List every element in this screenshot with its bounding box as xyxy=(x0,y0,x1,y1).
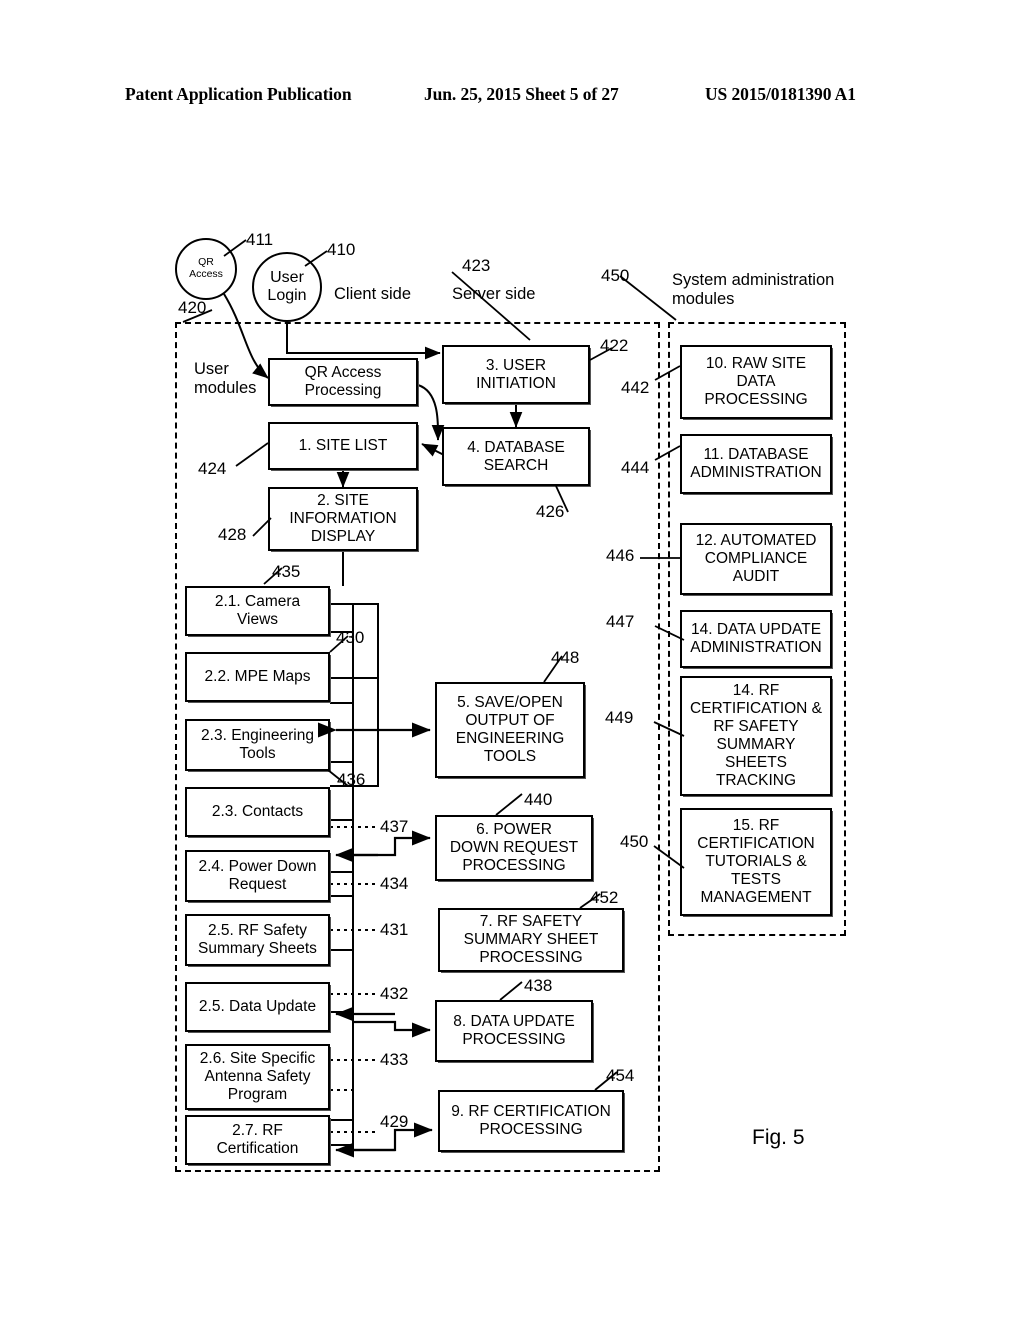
ref-433: 433 xyxy=(380,1050,409,1069)
qr-access-entry-node[interactable]: QR Access xyxy=(175,238,237,300)
box-site-information-display[interactable]: 2. SITE INFORMATION DISPLAY xyxy=(268,487,418,551)
ref-444: 444 xyxy=(621,458,650,477)
publication-title: Patent Application Publication xyxy=(125,84,352,104)
box-4-database-search[interactable]: 4. DATABASE SEARCH xyxy=(442,427,590,486)
box-14-data-update-administration[interactable]: 14. DATA UPDATE ADMINISTRATION xyxy=(680,610,832,668)
box-2-3-contacts[interactable]: 2.3. Contacts xyxy=(185,787,330,837)
ref-452: 452 xyxy=(590,888,619,907)
box-12-automated-compliance-audit[interactable]: 12. AUTOMATED COMPLIANCE AUDIT xyxy=(680,523,832,595)
ref-450-tutorials: 450 xyxy=(620,832,649,851)
box-2-2-mpe-maps[interactable]: 2.2. MPE Maps xyxy=(185,652,330,702)
ref-434: 434 xyxy=(380,874,409,893)
ref-426: 426 xyxy=(536,502,565,521)
user-login-entry-node[interactable]: User Login xyxy=(252,252,322,322)
ref-449: 449 xyxy=(605,708,634,727)
ref-431: 431 xyxy=(380,920,409,939)
ref-430: 430 xyxy=(336,628,365,647)
box-9-rf-certification-processing[interactable]: 9. RF CERTIFICATION PROCESSING xyxy=(438,1090,624,1152)
box-3-user-initiation[interactable]: 3. USER INITIATION xyxy=(442,345,590,404)
ref-422: 422 xyxy=(600,336,629,355)
box-10-raw-site-data-processing[interactable]: 10. RAW SITE DATA PROCESSING xyxy=(680,345,832,419)
client-side-label: Client side xyxy=(334,285,412,303)
box-2-5-data-update[interactable]: 2.5. Data Update xyxy=(185,982,330,1032)
box-14-rf-certification-rf-safety-summary-sheets-tracking[interactable]: 14. RF CERTIFICATION & RF SAFETY SUMMARY… xyxy=(680,676,832,796)
ref-447: 447 xyxy=(606,612,635,631)
box-7-rf-safety-summary-sheet-processing[interactable]: 7. RF SAFETY SUMMARY SHEET PROCESSING xyxy=(438,908,624,972)
system-administration-modules-label: System administration modules xyxy=(672,271,835,309)
server-side-label: Server side xyxy=(452,285,536,303)
ref-420: 420 xyxy=(178,298,207,317)
box-2-1-camera-views[interactable]: 2.1. Camera Views xyxy=(185,586,330,636)
box-15-rf-certification-tutorials-tests-management[interactable]: 15. RF CERTIFICATION TUTORIALS & TESTS M… xyxy=(680,808,832,916)
box-2-7-rf-certification[interactable]: 2.7. RF Certification xyxy=(185,1115,330,1165)
box-2-4-power-down-request[interactable]: 2.4. Power Down Request xyxy=(185,850,330,902)
patent-header: Patent Application Publication Jun. 25, … xyxy=(0,84,1024,110)
box-8-data-update-processing[interactable]: 8. DATA UPDATE PROCESSING xyxy=(435,1000,593,1062)
ref-423: 423 xyxy=(462,256,491,275)
ref-442: 442 xyxy=(621,378,650,397)
ref-429: 429 xyxy=(380,1112,409,1131)
ref-437: 437 xyxy=(380,817,409,836)
ref-432: 432 xyxy=(380,984,409,1003)
ref-436: 436 xyxy=(337,770,366,789)
patent-number: US 2015/0181390 A1 xyxy=(705,84,856,104)
box-site-list[interactable]: 1. SITE LIST xyxy=(268,422,418,470)
box-11-database-administration[interactable]: 11. DATABASE ADMINISTRATION xyxy=(680,434,832,494)
ref-428: 428 xyxy=(218,525,247,544)
ref-450-admin: 450 xyxy=(601,266,630,285)
ref-411: 411 xyxy=(246,230,274,249)
user-login-label: User Login xyxy=(267,269,307,304)
box-2-6-site-specific-antenna-safety-program[interactable]: 2.6. Site Specific Antenna Safety Progra… xyxy=(185,1044,330,1110)
ref-438: 438 xyxy=(524,976,553,995)
user-modules-label: User modules xyxy=(194,360,257,398)
qr-access-label: QR Access xyxy=(189,256,223,280)
ref-440: 440 xyxy=(524,790,553,809)
ref-424: 424 xyxy=(198,459,227,478)
ref-454: 454 xyxy=(606,1066,635,1085)
ref-446: 446 xyxy=(606,546,635,565)
box-qr-access-processing[interactable]: QR Access Processing xyxy=(268,358,418,406)
figure-label: Fig. 5 xyxy=(752,1126,805,1149)
box-2-5-rf-safety-summary-sheets[interactable]: 2.5. RF Safety Summary Sheets xyxy=(185,914,330,966)
box-6-power-down-request-processing[interactable]: 6. POWER DOWN REQUEST PROCESSING xyxy=(435,815,593,881)
box-5-save-open-output-of-engineering-tools[interactable]: 5. SAVE/OPEN OUTPUT OF ENGINEERING TOOLS xyxy=(435,682,585,778)
publication-date: Jun. 25, 2015 Sheet 5 of 27 xyxy=(424,84,619,104)
ref-410: 410 xyxy=(327,240,356,259)
ref-435: 435 xyxy=(272,562,301,581)
ref-448: 448 xyxy=(551,648,580,667)
box-2-3-engineering-tools[interactable]: 2.3. Engineering Tools xyxy=(185,719,330,771)
